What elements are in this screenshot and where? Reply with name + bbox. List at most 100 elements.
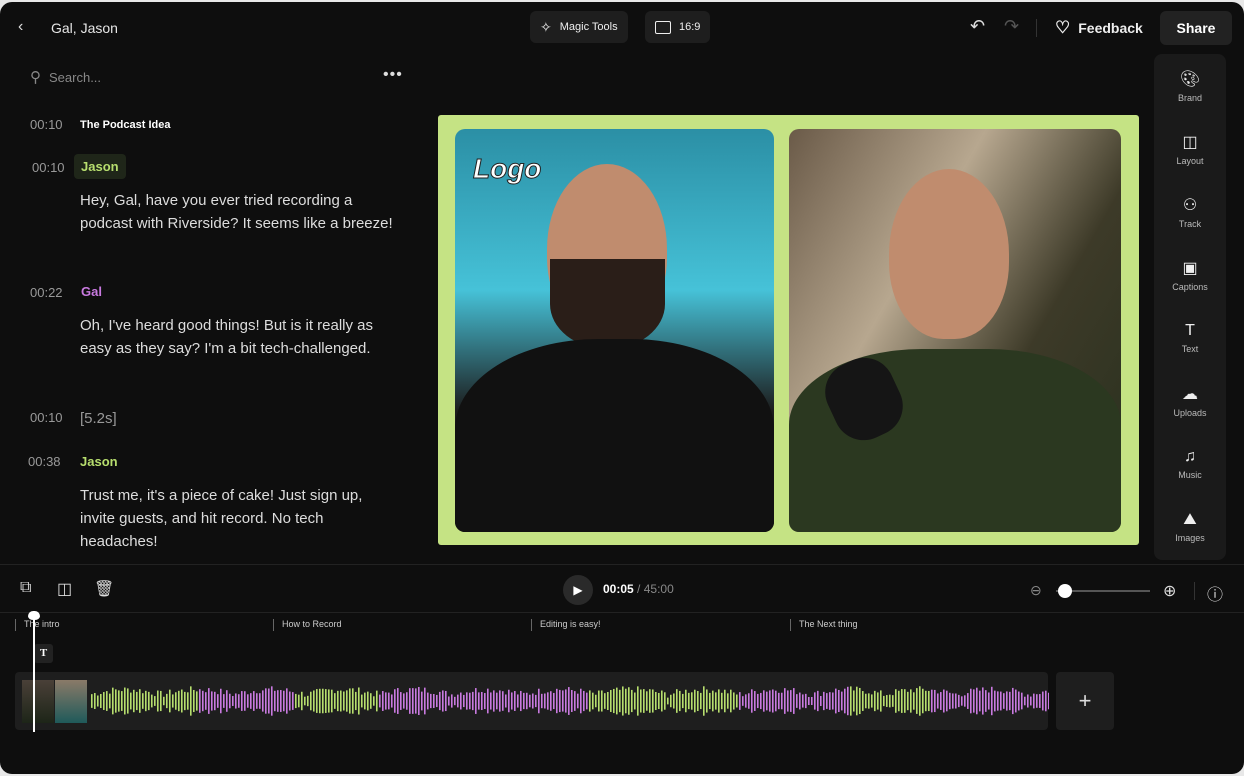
waveform-bar bbox=[181, 689, 183, 713]
waveform-bar bbox=[631, 689, 633, 713]
waveform-bar bbox=[844, 688, 846, 714]
search-input[interactable]: ⚲ Search... bbox=[30, 68, 101, 86]
waveform-bar bbox=[124, 687, 126, 715]
waveform-bar bbox=[904, 689, 906, 713]
waveform-bar bbox=[415, 688, 417, 714]
video-preview[interactable]: Logo bbox=[438, 115, 1139, 545]
waveform-bar bbox=[982, 687, 984, 715]
aspect-ratio-button[interactable]: 16:9 bbox=[645, 11, 711, 43]
waveform-bar bbox=[253, 691, 255, 711]
waveform-bar bbox=[736, 694, 738, 708]
waveform-bar bbox=[343, 691, 345, 711]
waveform-bar bbox=[676, 689, 678, 713]
tool-uploads[interactable]: ☁ Uploads bbox=[1154, 369, 1226, 432]
waveform-bar bbox=[157, 690, 159, 712]
video-gal[interactable] bbox=[789, 129, 1121, 532]
undo-icon[interactable]: ↶ bbox=[970, 16, 985, 37]
waveform-bar bbox=[559, 689, 561, 713]
transcript-text[interactable]: Hey, Gal, have you ever tried recording … bbox=[80, 189, 400, 235]
waveform-bar bbox=[934, 689, 936, 713]
zoom-slider[interactable]: ⊖ ⊕ ⓘ bbox=[1030, 581, 1230, 604]
waveform-bar bbox=[499, 690, 501, 712]
chapter-marker[interactable]: The intro bbox=[15, 619, 60, 631]
waveform-bar bbox=[817, 690, 819, 712]
chapter-marker[interactable]: Editing is easy! bbox=[531, 619, 601, 631]
speaker-label[interactable]: Jason bbox=[74, 154, 126, 179]
add-track-button[interactable]: + bbox=[1056, 672, 1114, 730]
waveform-bar bbox=[145, 690, 147, 712]
chapter-marker[interactable]: How to Record bbox=[273, 619, 342, 631]
waveform-bar bbox=[847, 686, 849, 716]
video-jason[interactable]: Logo bbox=[455, 129, 774, 532]
share-button[interactable]: Share bbox=[1160, 11, 1232, 45]
waveform-bar bbox=[202, 690, 204, 712]
text-track-badge[interactable]: T bbox=[34, 644, 53, 663]
waveform-bar bbox=[325, 689, 327, 713]
speaker-thumbnail bbox=[55, 680, 87, 723]
waveform-bar bbox=[1003, 693, 1005, 709]
waveform-bar bbox=[127, 688, 129, 714]
clip-icon[interactable]: ⧉ bbox=[20, 579, 31, 597]
waveform-bar bbox=[400, 692, 402, 710]
trash-icon[interactable]: 🗑 bbox=[94, 579, 114, 599]
back-icon[interactable]: ‹ bbox=[18, 18, 23, 36]
waveform bbox=[91, 686, 1049, 716]
waveform-bar bbox=[907, 691, 909, 711]
split-icon[interactable]: ◫ bbox=[57, 579, 72, 599]
waveform-bar bbox=[358, 687, 360, 715]
waveform-bar bbox=[952, 693, 954, 709]
sparkles-icon: ✧ bbox=[540, 18, 552, 35]
waveform-bar bbox=[331, 689, 333, 713]
waveform-bar bbox=[808, 697, 810, 705]
waveform-bar bbox=[922, 688, 924, 714]
waveform-bar bbox=[496, 692, 498, 710]
waveform-bar bbox=[187, 692, 189, 710]
playhead[interactable] bbox=[28, 611, 40, 732]
waveform-bar bbox=[385, 692, 387, 710]
zoom-out-icon[interactable]: ⊖ bbox=[1030, 582, 1042, 599]
waveform-bar bbox=[235, 693, 237, 709]
transcript-text[interactable]: Oh, I've heard good things! But is it re… bbox=[80, 314, 400, 360]
waveform-bar bbox=[220, 688, 222, 714]
project-title: Gal, Jason bbox=[51, 20, 118, 36]
waveform-bar bbox=[106, 691, 108, 711]
tool-images[interactable]: ⛰ Images bbox=[1154, 495, 1226, 558]
magic-tools-button[interactable]: ✧ Magic Tools bbox=[530, 11, 628, 43]
speaker-label[interactable]: Gal bbox=[81, 284, 102, 299]
transcript-text[interactable]: Trust me, it's a piece of cake! Just sig… bbox=[80, 484, 400, 553]
waveform-bar bbox=[214, 691, 216, 711]
redo-icon[interactable]: ↷ bbox=[1004, 16, 1019, 37]
waveform-bar bbox=[337, 690, 339, 712]
pause-label[interactable]: [5.2s] bbox=[80, 407, 400, 430]
waveform-bar bbox=[598, 690, 600, 712]
more-options-icon[interactable]: ••• bbox=[383, 66, 403, 84]
waveform-bar bbox=[196, 691, 198, 711]
chapter-marker[interactable]: The Next thing bbox=[790, 619, 858, 631]
tool-text[interactable]: T Text bbox=[1154, 306, 1226, 369]
waveform-bar bbox=[1027, 694, 1029, 708]
waveform-bar bbox=[307, 695, 309, 707]
tool-brand[interactable]: 🎨︎ Brand bbox=[1154, 54, 1226, 117]
tool-track[interactable]: ⚇ Track bbox=[1154, 180, 1226, 243]
zoom-in-icon[interactable]: ⊕ bbox=[1163, 581, 1176, 601]
play-button[interactable]: ▶ bbox=[563, 575, 593, 605]
waveform-bar bbox=[802, 694, 804, 708]
waveform-bar bbox=[1033, 693, 1035, 709]
waveform-bar bbox=[289, 691, 291, 711]
tool-layout[interactable]: ◫ Layout bbox=[1154, 117, 1226, 180]
help-icon[interactable]: ⓘ bbox=[1207, 581, 1223, 605]
waveform-bar bbox=[334, 693, 336, 709]
waveform-bar bbox=[997, 691, 999, 711]
zoom-handle[interactable] bbox=[1058, 584, 1073, 598]
tool-music[interactable]: ♫ Music bbox=[1154, 432, 1226, 495]
tool-captions[interactable]: ▣ Captions bbox=[1154, 243, 1226, 306]
waveform-bar bbox=[763, 690, 765, 712]
audio-track[interactable] bbox=[15, 672, 1049, 730]
palette-icon: 🎨︎ bbox=[1179, 70, 1201, 88]
waveform-bar bbox=[859, 687, 861, 715]
speaker-label[interactable]: Jason bbox=[80, 454, 118, 469]
waveform-bar bbox=[568, 687, 570, 715]
waveform-bar bbox=[109, 693, 111, 709]
waveform-bar bbox=[502, 691, 504, 711]
feedback-button[interactable]: ♡ Feedback bbox=[1055, 18, 1143, 38]
